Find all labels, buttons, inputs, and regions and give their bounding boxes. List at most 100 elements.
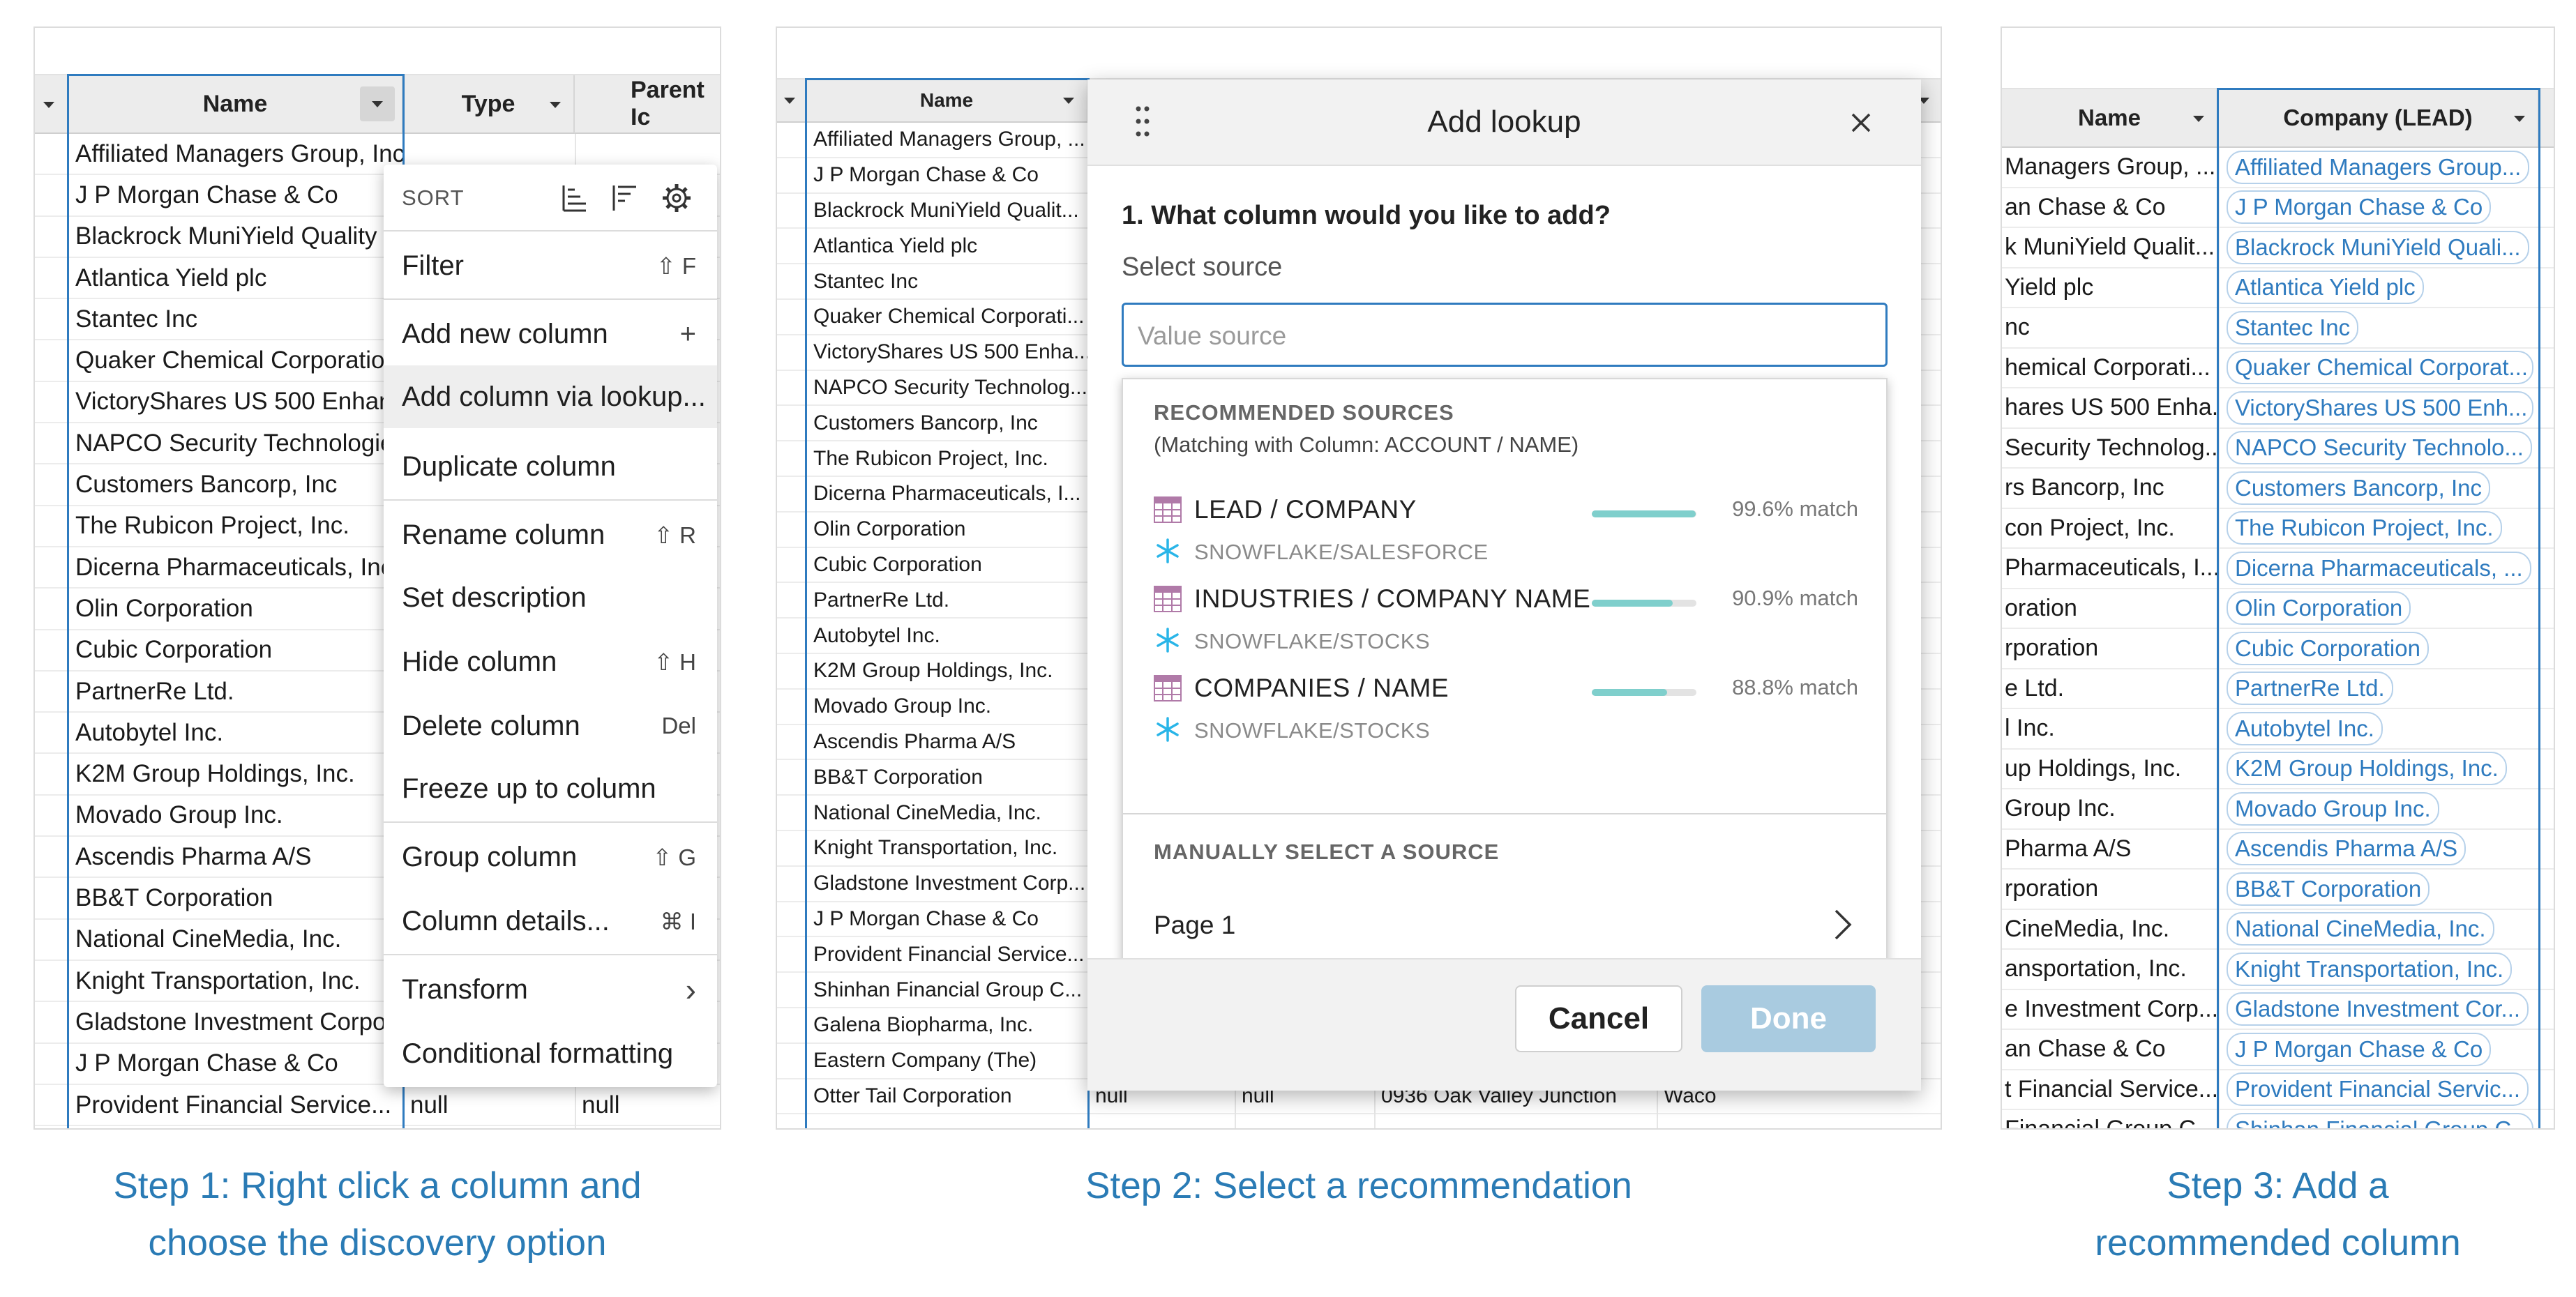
lookup-value-chip[interactable]: Customers Bancorp, Inc bbox=[2227, 471, 2490, 505]
lookup-value-chip[interactable]: Affiliated Managers Group... bbox=[2227, 150, 2530, 184]
table-row[interactable]: Pharmaceuticals, I... Dicerna Pharmaceuti… bbox=[2002, 549, 2554, 589]
table-cell[interactable]: NAPCO Security Technolog... bbox=[806, 371, 1088, 405]
table-row[interactable]: Yield plc Atlantica Yield plc bbox=[2002, 268, 2554, 308]
table-cell[interactable]: null bbox=[575, 1085, 720, 1125]
table-row[interactable]: Managers Group, ... Affiliated Managers G… bbox=[2002, 148, 2554, 188]
table-cell[interactable]: Autobytel Inc. bbox=[68, 713, 403, 752]
table-row[interactable]: rporation Cubic Corporation bbox=[2002, 629, 2554, 669]
table-cell[interactable]: hares US 500 Enha... bbox=[2002, 388, 2218, 427]
table-cell[interactable]: e Ltd. bbox=[2002, 669, 2218, 708]
table-row[interactable]: up Holdings, Inc. K2M Group Holdings, Inc… bbox=[2002, 750, 2554, 789]
table-cell[interactable]: Cubic Corporation bbox=[68, 630, 403, 670]
menu-item-add-new-column[interactable]: Add new column + bbox=[384, 303, 717, 365]
menu-item-transform[interactable]: Transform › bbox=[384, 958, 717, 1021]
chevron-down-icon[interactable] bbox=[43, 102, 54, 108]
lookup-value-chip[interactable]: Cubic Corporation bbox=[2227, 631, 2429, 665]
table-cell[interactable]: rporation bbox=[2002, 629, 2218, 668]
table-row[interactable]: Security Technolog... NAPCO Security Tech… bbox=[2002, 429, 2554, 469]
lookup-value-chip[interactable]: BB&T Corporation bbox=[2227, 872, 2430, 906]
table-cell[interactable]: Managers Group, ... bbox=[2002, 148, 2218, 187]
table-cell[interactable]: an Chase & Co bbox=[2002, 188, 2218, 227]
table-row[interactable]: CineMedia, Inc. National CineMedia, Inc. bbox=[2002, 910, 2554, 950]
table-cell[interactable]: rporation bbox=[2002, 870, 2218, 909]
lookup-value-chip[interactable]: Provident Financial Servic... bbox=[2227, 1072, 2529, 1107]
table-cell[interactable]: Customers Bancorp, Inc bbox=[806, 406, 1088, 440]
menu-item-set-description[interactable]: Set description bbox=[384, 566, 717, 629]
table-cell[interactable]: VictoryShares US 500 Enha... bbox=[806, 335, 1088, 370]
chevron-down-icon[interactable] bbox=[1063, 98, 1074, 104]
table-cell[interactable]: Knight Transportation, Inc. bbox=[68, 961, 403, 1001]
menu-item-add-column-via-lookup[interactable]: Add column via lookup... bbox=[384, 365, 717, 428]
table-row[interactable]: con Project, Inc. The Rubicon Project, In… bbox=[2002, 509, 2554, 549]
lookup-value-chip[interactable]: Atlantica Yield plc bbox=[2227, 271, 2424, 305]
table-cell[interactable]: Shinhan Financial Group C... bbox=[806, 973, 1088, 1007]
table-cell[interactable]: Pharmaceuticals, I... bbox=[2002, 549, 2218, 588]
table-row[interactable]: Pharma A/S Ascendis Pharma A/S bbox=[2002, 830, 2554, 870]
table-cell[interactable]: Knight Transportation, Inc. bbox=[806, 831, 1088, 865]
table-cell[interactable]: The Rubicon Project, Inc. bbox=[68, 506, 403, 546]
table-cell[interactable]: Olin Corporation bbox=[2218, 589, 2539, 628]
table-cell[interactable]: K2M Group Holdings, Inc. bbox=[2218, 750, 2539, 789]
table-cell[interactable]: Financial Group C... bbox=[2002, 1110, 2218, 1128]
table-cell[interactable]: BB&T Corporation bbox=[806, 760, 1088, 794]
table-cell[interactable]: Otter Tail Corporation bbox=[806, 1079, 1088, 1114]
column-menu-button[interactable] bbox=[360, 86, 395, 121]
table-row[interactable]: Financial Group C... Shinhan Financial Gr… bbox=[2002, 1110, 2554, 1128]
chevron-down-icon[interactable] bbox=[550, 102, 561, 108]
table-row[interactable]: Provident Financial Service... null null bbox=[35, 1085, 720, 1127]
table-cell[interactable]: VictoryShares US 500 Enh... bbox=[2218, 388, 2539, 427]
table-row[interactable]: hares US 500 Enha... VictoryShares US 500… bbox=[2002, 388, 2554, 429]
table-row[interactable]: k MuniYield Qualit... Blackrock MuniYield… bbox=[2002, 228, 2554, 268]
table-row[interactable]: rporation BB&T Corporation bbox=[2002, 870, 2554, 910]
table-cell[interactable]: Blackrock MuniYield Quality Fund bbox=[68, 217, 403, 257]
lookup-value-chip[interactable]: NAPCO Security Technolo... bbox=[2227, 431, 2532, 465]
table-row[interactable]: hemical Corporati... Quaker Chemical Corp… bbox=[2002, 349, 2554, 388]
lookup-value-chip[interactable]: J P Morgan Chase & Co bbox=[2227, 1032, 2492, 1066]
table-cell[interactable]: Gladstone Investment Corp... bbox=[806, 867, 1088, 901]
table-cell[interactable]: Dicerna Pharmaceuticals, I... bbox=[806, 477, 1088, 511]
table-cell[interactable]: Group Inc. bbox=[2002, 789, 2218, 828]
close-icon[interactable] bbox=[1850, 112, 1872, 134]
menu-item-rename-column[interactable]: Rename column ⇧ R bbox=[384, 503, 717, 566]
table-row[interactable]: e Investment Corp... Gladstone Investment… bbox=[2002, 990, 2554, 1030]
menu-item-column-details[interactable]: Column details... ⌘ I bbox=[384, 890, 717, 953]
recommendation-lead-company[interactable]: LEAD / COMPANY SNOWFLAKE/SALESFORCE 99.6… bbox=[1154, 495, 1858, 586]
lookup-value-chip[interactable]: K2M Group Holdings, Inc. bbox=[2227, 752, 2507, 786]
table-cell[interactable]: oration bbox=[2002, 589, 2218, 628]
table-row[interactable]: rs Bancorp, Inc Customers Bancorp, Inc bbox=[2002, 469, 2554, 509]
table-cell[interactable]: Provident Financial Servic... bbox=[2218, 1070, 2539, 1109]
table-cell[interactable]: Customers Bancorp, Inc bbox=[68, 464, 403, 504]
menu-item-conditional-formatting[interactable]: Conditional formatting bbox=[384, 1022, 717, 1085]
table-cell[interactable]: Customers Bancorp, Inc bbox=[2218, 469, 2539, 508]
table-cell[interactable]: Pharma A/S bbox=[2002, 830, 2218, 869]
table-cell[interactable]: Cubic Corporation bbox=[806, 548, 1088, 582]
table-cell[interactable]: Quaker Chemical Corporation bbox=[68, 341, 403, 381]
table-row[interactable]: ansportation, Inc. Knight Transportation,… bbox=[2002, 950, 2554, 990]
table-cell[interactable]: Dicerna Pharmaceuticals, ... bbox=[2218, 549, 2539, 588]
chevron-down-icon[interactable] bbox=[2193, 116, 2204, 122]
table-cell[interactable]: con Project, Inc. bbox=[2002, 509, 2218, 548]
table-cell[interactable]: PartnerRe Ltd. bbox=[2218, 669, 2539, 708]
table-cell[interactable]: Movado Group Inc. bbox=[68, 796, 403, 835]
table-cell[interactable]: Knight Transportation, Inc. bbox=[2218, 950, 2539, 989]
table-cell[interactable]: The Rubicon Project, Inc. bbox=[2218, 509, 2539, 548]
recommendation-industries-company-name[interactable]: INDUSTRIES / COMPANY NAME SNOWFLAKE/STOC… bbox=[1154, 584, 1858, 675]
table-cell[interactable]: National CineMedia, Inc. bbox=[2218, 910, 2539, 949]
column-header-name[interactable]: Name bbox=[2002, 89, 2218, 148]
table-cell[interactable]: Atlantica Yield plc bbox=[68, 258, 403, 298]
table-cell[interactable]: null bbox=[403, 1085, 575, 1125]
table-cell[interactable]: rs Bancorp, Inc bbox=[2002, 469, 2218, 508]
table-cell[interactable]: nc bbox=[2002, 308, 2218, 347]
lookup-value-chip[interactable]: National CineMedia, Inc. bbox=[2227, 912, 2494, 946]
menu-item-filter[interactable]: Filter ⇧ F bbox=[384, 234, 717, 297]
chevron-down-icon[interactable] bbox=[784, 98, 795, 104]
column-header-name[interactable]: Name bbox=[68, 75, 403, 134]
table-cell[interactable]: Ascendis Pharma A/S bbox=[2218, 830, 2539, 869]
table-cell[interactable]: Quaker Chemical Corporat... bbox=[2218, 349, 2539, 388]
table-cell[interactable]: Autobytel Inc. bbox=[806, 619, 1088, 653]
table-cell[interactable]: Atlantica Yield plc bbox=[806, 229, 1088, 263]
table-cell[interactable]: e Investment Corp... bbox=[2002, 990, 2218, 1029]
lookup-value-chip[interactable]: Dicerna Pharmaceuticals, ... bbox=[2227, 551, 2531, 585]
table-cell[interactable]: National CineMedia, Inc. bbox=[68, 920, 403, 960]
lookup-value-chip[interactable]: Shinhan Financial Group C... bbox=[2227, 1112, 2533, 1128]
